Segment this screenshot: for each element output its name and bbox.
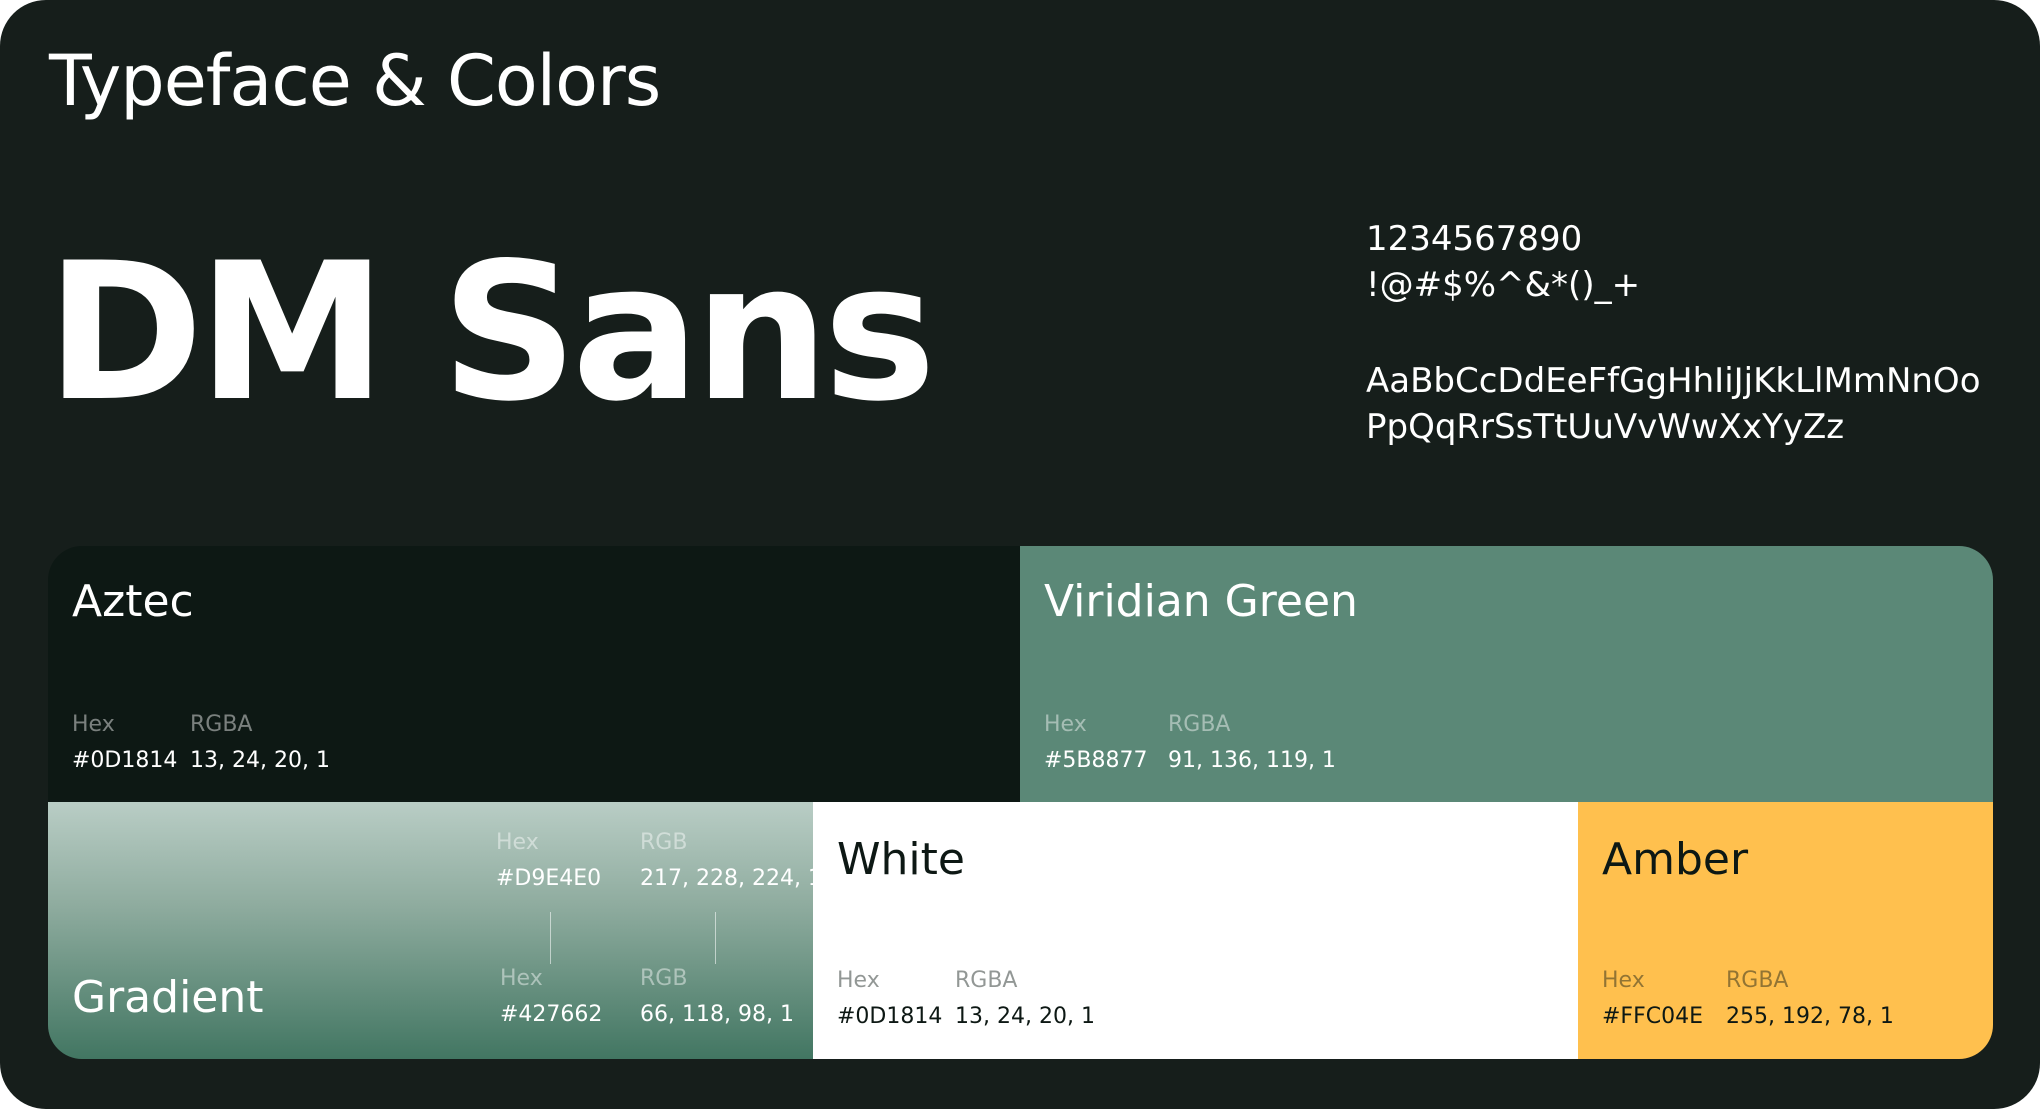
gradient-divider	[550, 912, 551, 964]
hex-label: Hex	[72, 712, 115, 737]
gradient-bottom-hex-value: #427662	[500, 1002, 603, 1027]
color-palette: Aztec Hex RGBA #0D1814 13, 24, 20, 1 Vir…	[48, 546, 1993, 1059]
gradient-bottom-hex-label: Hex	[500, 966, 543, 991]
rgba-value: 91, 136, 119, 1	[1168, 748, 1336, 773]
gradient-bottom-rgb-label: RGB	[640, 966, 688, 991]
gradient-top-rgb-label: RGB	[640, 830, 688, 855]
rgba-label: RGBA	[190, 712, 253, 737]
specimen-alphabet-line1: AaBbCcDdEeFfGgHhIiJjKkLlMmNnOo	[1366, 361, 1981, 401]
swatch-gradient: Hex RGB #D9E4E0 217, 228, 224, 1 Gradien…	[48, 802, 822, 1059]
hex-value: #FFC04E	[1602, 1004, 1703, 1029]
rgba-label: RGBA	[1726, 968, 1789, 993]
gradient-divider	[715, 912, 716, 964]
gradient-bottom-rgb-value: 66, 118, 98, 1	[640, 1002, 794, 1027]
gradient-top-rgb-value: 217, 228, 224, 1	[640, 866, 822, 891]
page-title: Typeface & Colors	[49, 40, 661, 122]
hex-value: #0D1814	[72, 748, 178, 773]
rgba-label: RGBA	[1168, 712, 1231, 737]
rgba-value: 13, 24, 20, 1	[955, 1004, 1095, 1029]
hex-label: Hex	[1044, 712, 1087, 737]
swatch-name: Aztec	[72, 576, 194, 627]
hex-value: #0D1814	[837, 1004, 943, 1029]
swatch-name: White	[837, 834, 965, 885]
swatch-amber: Amber Hex RGBA #FFC04E 255, 192, 78, 1	[1578, 802, 1993, 1059]
specimen-numbers: 1234567890	[1366, 219, 1583, 259]
swatch-name: Viridian Green	[1044, 576, 1358, 627]
swatch-white: White Hex RGBA #0D1814 13, 24, 20, 1	[813, 802, 1578, 1059]
hex-label: Hex	[1602, 968, 1645, 993]
gradient-top-hex-value: #D9E4E0	[496, 866, 602, 891]
swatch-viridian-green: Viridian Green Hex RGBA #5B8877 91, 136,…	[1020, 546, 1993, 802]
hex-label: Hex	[837, 968, 880, 993]
specimen-symbols: !@#$%^&*()_+	[1366, 265, 1641, 305]
swatch-name: Gradient	[72, 972, 264, 1023]
rgba-value: 255, 192, 78, 1	[1726, 1004, 1894, 1029]
rgba-label: RGBA	[955, 968, 1018, 993]
typeface-name: DM Sans	[46, 222, 936, 443]
specimen-alphabet-line2: PpQqRrSsTtUuVvWwXxYyZz	[1366, 407, 1845, 447]
hex-value: #5B8877	[1044, 748, 1148, 773]
gradient-top-hex-label: Hex	[496, 830, 539, 855]
style-guide-card: Typeface & Colors DM Sans 1234567890 !@#…	[0, 0, 2040, 1109]
swatch-aztec: Aztec Hex RGBA #0D1814 13, 24, 20, 1	[48, 546, 1020, 802]
rgba-value: 13, 24, 20, 1	[190, 748, 330, 773]
swatch-name: Amber	[1602, 834, 1749, 885]
